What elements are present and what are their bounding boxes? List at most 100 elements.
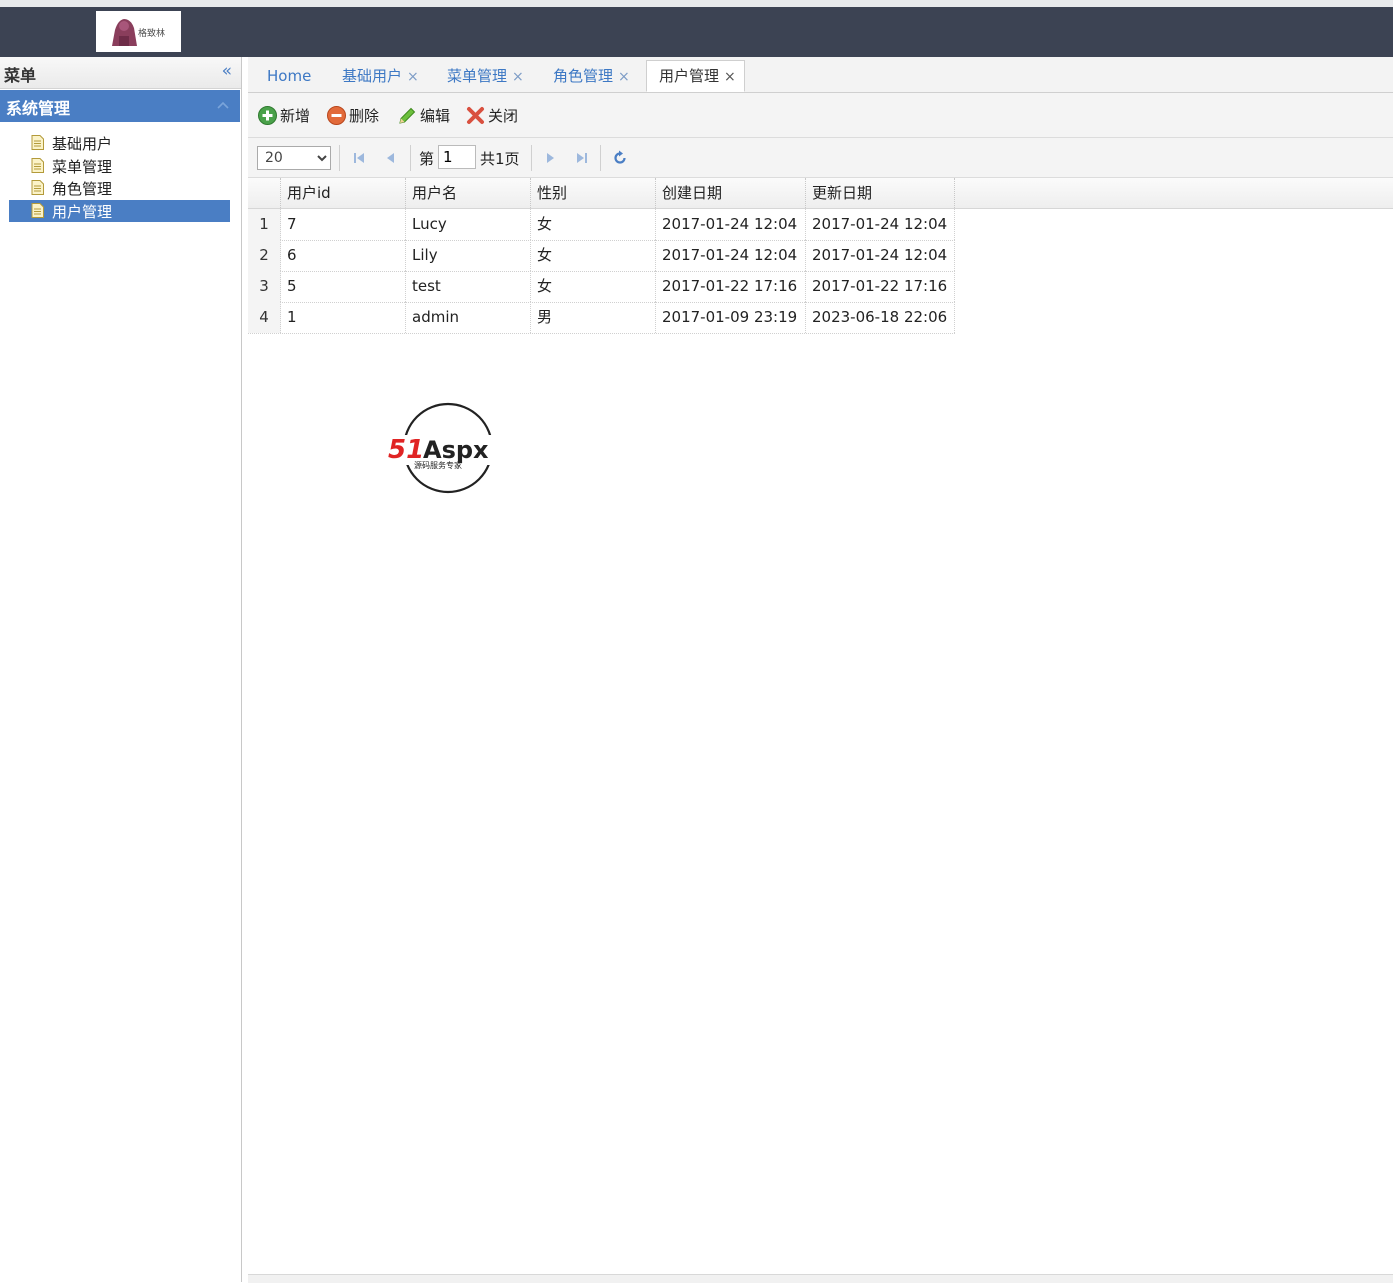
add-label: 新增 [280,107,311,125]
page-prefix: 第 [419,150,435,168]
column-header-user-id[interactable]: 用户id [281,178,406,208]
sidebar-item-label: 菜单管理 [52,157,113,176]
cell-user-id: 7 [281,209,406,240]
plus-circle-icon [258,106,277,125]
edit-label: 编辑 [420,107,451,125]
tab-label: 基础用户 [342,67,403,85]
last-page-icon[interactable] [574,150,590,166]
row-number-header [248,178,281,208]
row-number: 1 [248,209,281,240]
minus-circle-icon [327,106,346,125]
cell-username: admin [406,302,531,333]
logo-caption: 格致林 [138,29,166,39]
cell-created: 2017-01-22 17:16 [656,271,806,302]
cell-gender: 男 [531,302,656,333]
column-header-username[interactable]: 用户名 [406,178,531,208]
close-icon[interactable]: × [724,69,736,85]
table-row[interactable]: 4 1 admin 男 2017-01-09 23:19 2023-06-18 … [248,302,955,334]
pager-separator [600,145,601,171]
column-header-gender[interactable]: 性别 [531,178,656,208]
cell-gender: 女 [531,240,656,271]
table-row[interactable]: 2 6 Lily 女 2017-01-24 12:04 2017-01-24 1… [248,240,955,272]
tab-home[interactable]: Home [267,61,311,91]
sidebar-item-menu-management[interactable]: 菜单管理 [9,155,230,177]
cell-username: test [406,271,531,302]
toolbar: 新增 删除 编辑 关闭 [248,93,1393,138]
cell-created: 2017-01-24 12:04 [656,240,806,271]
tab-user-management[interactable]: 用户管理 × [646,60,745,92]
next-page-icon[interactable] [542,150,558,166]
sidebar: 菜单 « 系统管理 基础用户 菜单管理 角色管理 用户管理 [0,57,242,1282]
cell-user-id: 6 [281,240,406,271]
cell-updated: 2017-01-24 12:04 [806,240,955,271]
logo: 格致林 [96,11,181,52]
column-header-updated[interactable]: 更新日期 [806,178,955,208]
sidebar-item-basic-users[interactable]: 基础用户 [9,132,230,154]
cell-created: 2017-01-24 12:04 [656,209,806,240]
cell-updated: 2017-01-24 12:04 [806,209,955,240]
close-label: 关闭 [488,107,519,125]
prev-page-icon[interactable] [383,150,399,166]
sidebar-item-label: 用户管理 [52,202,113,221]
double-chevron-left-icon[interactable]: « [222,62,232,80]
cell-gender: 女 [531,209,656,240]
close-x-icon [467,107,484,124]
cell-updated: 2023-06-18 22:06 [806,302,955,333]
document-icon [31,202,44,218]
sidebar-item-role-management[interactable]: 角色管理 [9,177,230,199]
watermark-text-aspx: Aspx [423,436,489,464]
tab-bar: Home 基础用户 × 菜单管理 × 角色管理 × 用户管理 × [248,57,1393,93]
column-header-created[interactable]: 创建日期 [656,178,806,208]
cell-gender: 女 [531,271,656,302]
pagination-bar: 1020304050 第 共1页 [248,138,1393,178]
document-icon [31,157,44,173]
app-header: 格致林 [0,7,1393,57]
sidebar-tree: 基础用户 菜单管理 角色管理 用户管理 [9,132,230,222]
pager-separator [410,145,411,171]
tab-basic-users[interactable]: 基础用户 × [342,61,419,91]
sidebar-item-label: 基础用户 [52,135,113,153]
table-row[interactable]: 1 7 Lucy 女 2017-01-24 12:04 2017-01-24 1… [248,209,955,241]
grid-header: 用户id 用户名 性别 创建日期 更新日期 [248,178,1393,209]
row-number: 2 [248,240,281,271]
cell-updated: 2017-01-22 17:16 [806,271,955,302]
document-icon [31,135,44,150]
page-size-select[interactable]: 1020304050 [257,146,331,170]
sidebar-group-title: 系统管理 [6,99,71,118]
tab-label: 用户管理 [659,67,720,85]
cell-username: Lucy [406,209,531,240]
refresh-icon[interactable] [612,150,628,166]
top-border [0,0,1393,7]
tab-menu-management[interactable]: 菜单管理 × [447,61,524,91]
total-pages: 共1页 [480,150,520,168]
watermark-subtitle: 源码服务专家 [414,460,462,470]
sidebar-item-label: 角色管理 [52,180,113,199]
tab-label: Home [267,67,312,85]
pencil-icon [399,107,416,124]
close-icon[interactable]: × [512,69,524,85]
sidebar-item-user-management[interactable]: 用户管理 [9,199,230,222]
sidebar-group-header[interactable]: 系统管理 [0,90,240,122]
close-icon[interactable]: × [407,69,419,85]
tab-label: 角色管理 [553,67,614,85]
close-icon[interactable]: × [618,69,630,85]
pager-separator [531,145,532,171]
row-number: 3 [248,271,281,302]
delete-label: 删除 [349,107,380,125]
document-icon [31,180,44,196]
chevron-up-icon[interactable] [216,99,230,113]
first-page-icon[interactable] [351,150,367,166]
tab-label: 菜单管理 [447,67,508,85]
row-number: 4 [248,302,281,333]
cell-created: 2017-01-09 23:19 [656,302,806,333]
cell-user-id: 1 [281,302,406,333]
sidebar-title: 菜单 [4,66,37,85]
cell-username: Lily [406,240,531,271]
table-row[interactable]: 3 5 test 女 2017-01-22 17:16 2017-01-22 1… [248,271,955,303]
watermark-logo: 51 Aspx 源码服务专家 [386,402,512,494]
pager-separator [339,145,340,171]
page-number-input[interactable] [438,145,476,169]
sidebar-header: 菜单 « [0,57,241,89]
tab-role-management[interactable]: 角色管理 × [553,61,630,91]
cell-user-id: 5 [281,271,406,302]
